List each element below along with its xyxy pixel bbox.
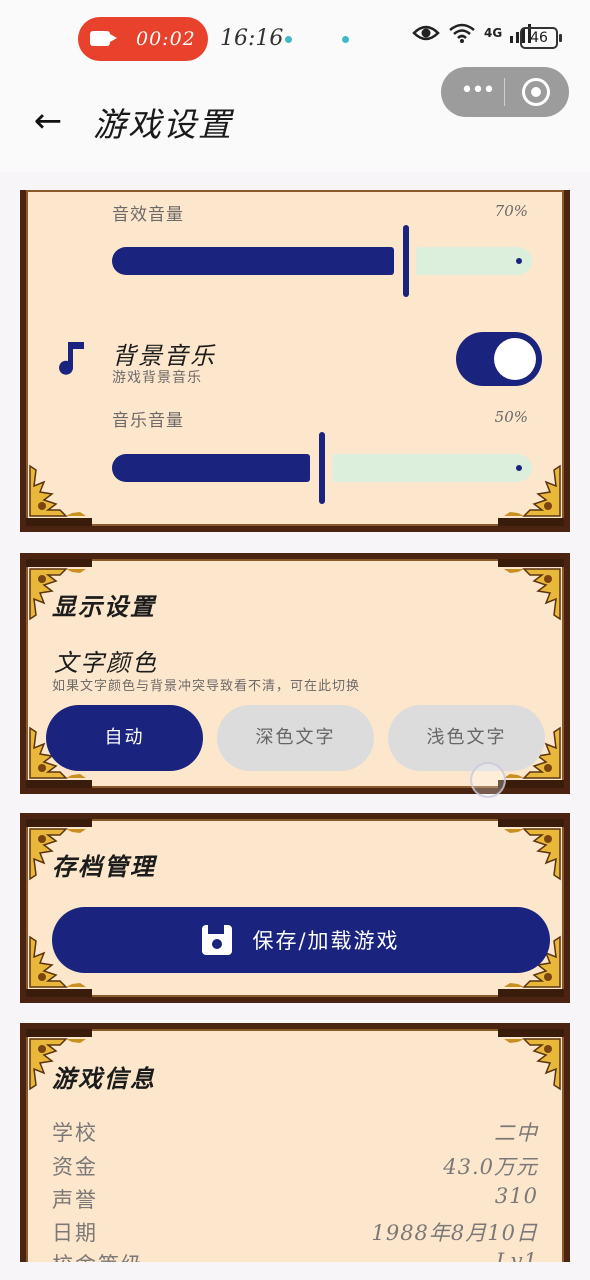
slider-fill [112,247,394,275]
capsule-divider [504,78,505,106]
info-value: 310 [494,1184,538,1208]
music-volume-slider[interactable] [112,432,532,504]
text-color-title: 文字颜色 [54,649,158,677]
section-title: 显示设置 [52,592,156,621]
ornament-corner [498,559,564,620]
section-title: 游戏信息 [52,1064,156,1093]
page-title: 游戏设置 [93,105,233,144]
info-value: 二中 [494,1121,538,1145]
info-value: 1988年8月10日 [371,1221,538,1245]
section-title: 存档管理 [52,852,156,881]
text-color-auto-button[interactable]: 自动 [46,705,203,771]
slider-rest [332,454,532,482]
slider-thumb[interactable] [403,225,409,297]
more-dots-icon[interactable]: ••• [457,79,497,105]
save-management-card: 存档管理 保存/加载游戏 [20,813,570,1003]
recording-time: 00:02 [136,28,196,50]
sfx-volume-value: 70% [494,202,528,220]
battery-icon: 46 [520,27,562,49]
target-circle-icon[interactable] [522,78,550,106]
save-load-game-button[interactable]: 保存/加载游戏 [52,907,550,973]
slider-fill [112,454,310,482]
info-key: 日期 [52,1221,98,1245]
music-volume-value: 50% [494,408,528,426]
ornament-corner [498,1029,564,1090]
sfx-volume-label: 音效音量 [112,205,184,225]
text-color-dark-button[interactable]: 深色文字 [217,705,374,771]
save-load-label: 保存/加载游戏 [252,929,400,953]
wifi-icon [449,23,475,43]
slider-rest [416,247,532,275]
notification-dot-icon [285,36,292,43]
music-note-icon [59,342,84,375]
sound-settings-card: 音效音量 70% 背景音乐 游戏背景音乐 音乐音量 50% [20,190,570,532]
eye-icon [412,25,440,41]
display-settings-card: 显示设置 文字颜色 如果文字颜色与背景冲突导致看不清，可在此切换 自动 深色文字… [20,553,570,794]
slider-end-dot [516,465,522,471]
status-clock: 16:16 [220,26,284,51]
slider-end-dot [516,258,522,264]
bgm-subtitle: 游戏背景音乐 [112,370,202,386]
mini-program-capsule: ••• [441,67,569,117]
info-row-school: 学校 二中 [52,1117,538,1147]
bgm-toggle[interactable] [456,332,542,386]
screen-recording-pill[interactable]: 00:02 [78,17,208,61]
notification-dot-icon [342,36,349,43]
info-key: 声誉 [52,1188,98,1212]
network-type: 4G [484,26,503,40]
page-header: ← 游戏设置 ••• [0,67,590,172]
info-row-funds: 资金 43.0万元 [52,1151,538,1181]
game-info-card: 游戏信息 学校 二中 资金 43.0万元 声誉 310 日期 1988年8月10… [20,1023,570,1277]
text-color-light-button[interactable]: 浅色文字 [388,705,545,771]
ornament-corner [26,465,92,526]
system-icons: 4G [412,22,532,44]
info-row-date: 日期 1988年8月10日 [52,1217,538,1247]
info-row-reputation: 声誉 310 [52,1184,538,1214]
info-value: 43.0万元 [443,1155,538,1179]
toggle-knob [494,338,536,380]
bottom-edge [0,1262,590,1280]
sfx-volume-slider[interactable] [112,225,532,297]
touch-indicator [470,762,506,798]
video-camera-icon [90,31,117,46]
bgm-title: 背景音乐 [112,342,216,370]
music-volume-label: 音乐音量 [112,411,184,431]
slider-thumb[interactable] [319,432,325,504]
back-arrow-icon[interactable]: ← [28,102,68,142]
info-key: 资金 [52,1155,98,1179]
info-key: 学校 [52,1121,98,1145]
floppy-disk-icon [202,925,233,955]
text-color-description: 如果文字颜色与背景冲突导致看不清，可在此切换 [52,679,361,694]
ornament-corner [498,819,564,880]
